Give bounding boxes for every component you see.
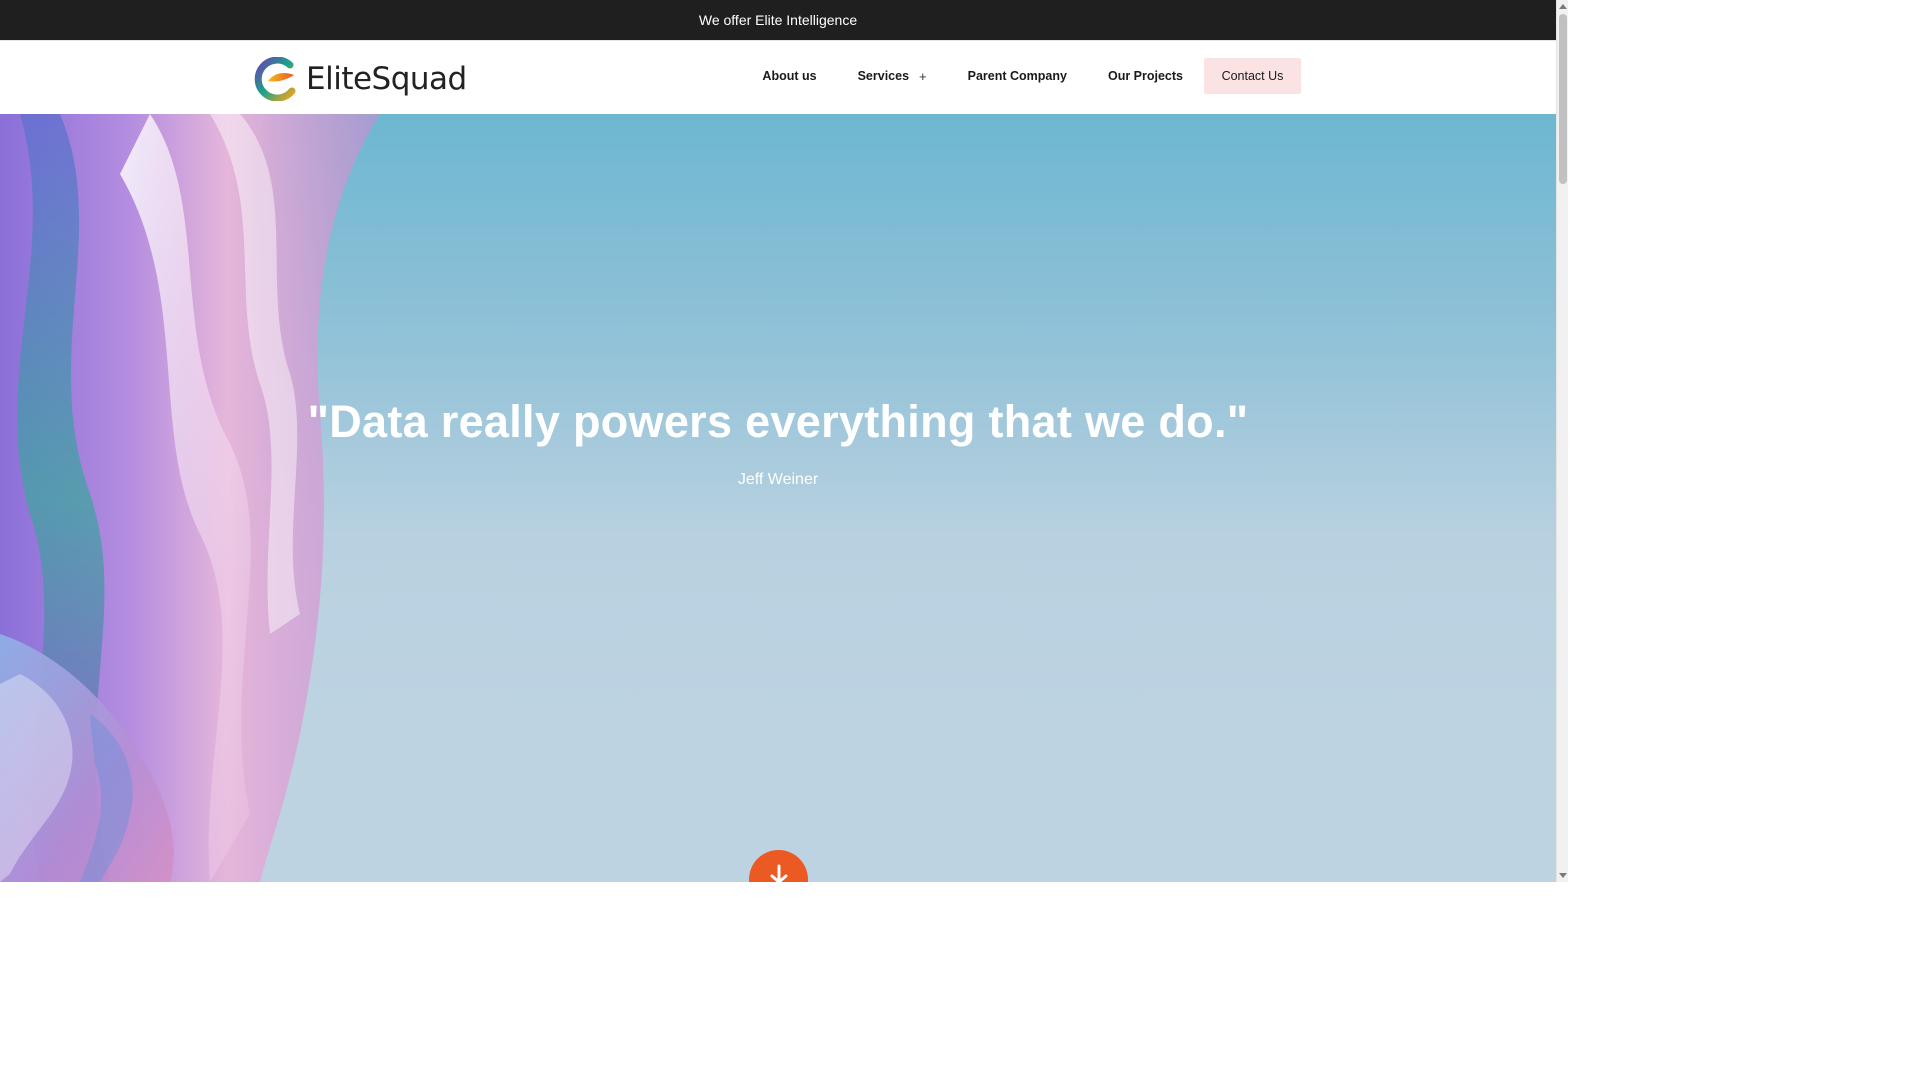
quote-author: Jeff Weiner	[737, 471, 819, 488]
nav-parent-company-label: Parent Company	[967, 69, 1067, 83]
nav-parent-company[interactable]: Parent Company	[968, 69, 1067, 83]
abstract-glass-art	[0, 114, 380, 882]
logo-text: EliteSquad	[306, 61, 467, 97]
announcement-text: We offer Elite Intelligence	[698, 12, 858, 28]
contact-us-label: Contact Us	[1221, 69, 1284, 83]
nav-about-us[interactable]: About us	[762, 69, 816, 83]
site-header: EliteSquad About us Services + Parent Co…	[0, 40, 1556, 114]
scrollbar-thumb[interactable]	[1559, 14, 1567, 184]
logo[interactable]: EliteSquad	[254, 56, 467, 102]
page-scrollbar[interactable]	[1556, 0, 1568, 882]
nav-services[interactable]: Services +	[858, 69, 927, 84]
download-arrow-icon	[770, 864, 787, 882]
announcement-bar: We offer Elite Intelligence	[0, 0, 1556, 40]
scroll-down-button[interactable]	[749, 850, 808, 882]
hero-quote: "Data really powers everything that we d…	[307, 396, 1249, 447]
contact-us-button[interactable]: Contact Us	[1204, 58, 1301, 94]
nav-our-projects[interactable]: Our Projects	[1108, 69, 1183, 83]
nav-about-us-label: About us	[762, 69, 817, 83]
elitesquad-logo-icon	[254, 57, 296, 101]
nav-our-projects-label: Our Projects	[1107, 69, 1183, 83]
nav-services-label: Services	[857, 69, 910, 83]
hero-section: "Data really powers everything that we d…	[0, 114, 1556, 882]
page: We offer Elite Intelligence EliteSquad A…	[0, 0, 1568, 882]
main-nav: About us Services + Parent Company Our P…	[762, 58, 1301, 94]
plus-icon: +	[919, 68, 927, 84]
scroll-up-arrow-icon[interactable]	[1559, 4, 1567, 9]
scroll-down-arrow-icon[interactable]	[1559, 873, 1567, 878]
